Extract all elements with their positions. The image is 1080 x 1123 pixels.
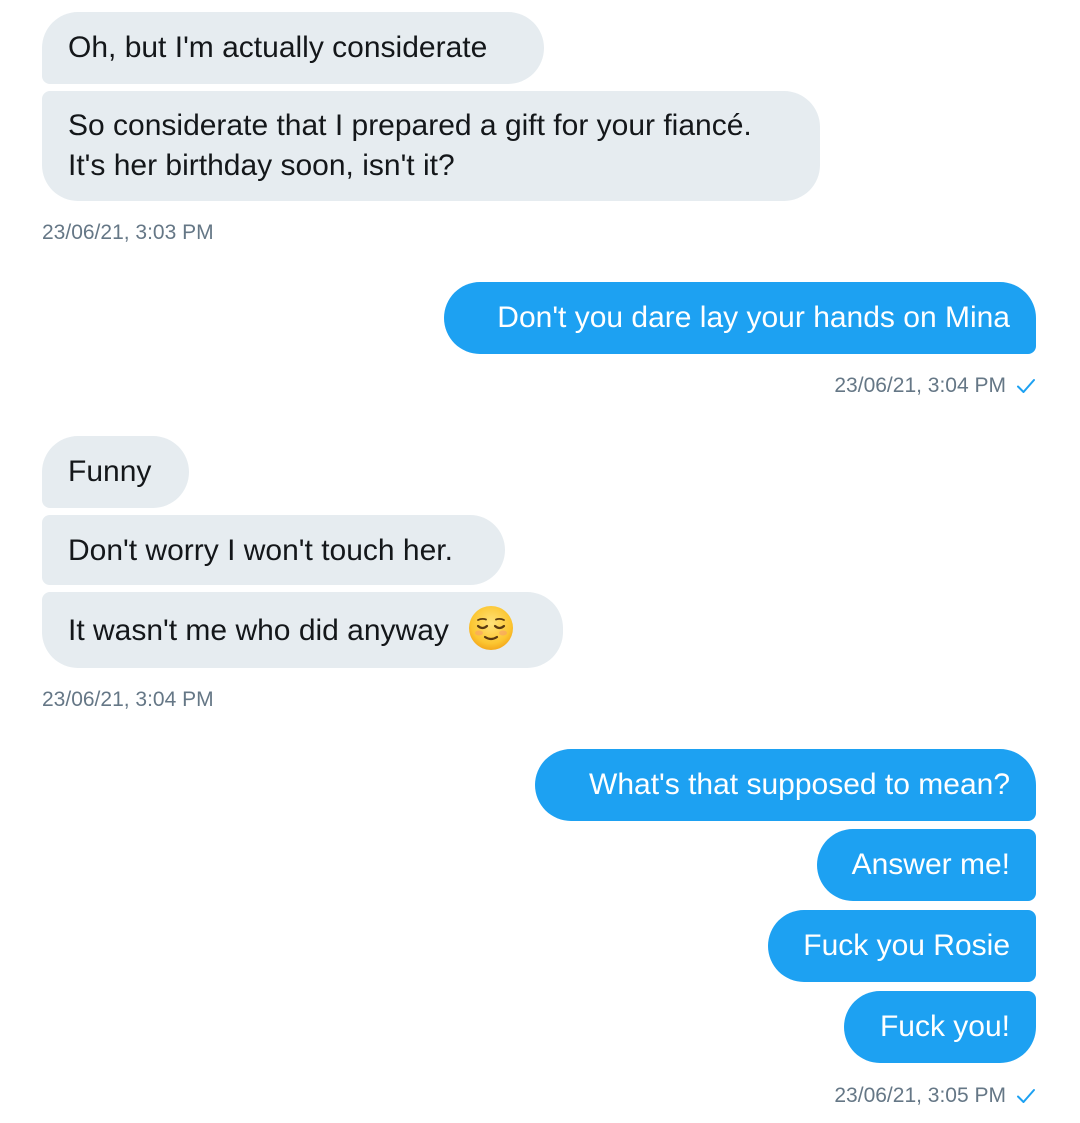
message-text: So considerate that I prepared a gift fo… — [68, 109, 752, 142]
outgoing-message[interactable]: What's that supposed to mean? — [535, 749, 1036, 821]
outgoing-message[interactable]: Don't you dare lay your hands on Mina — [444, 282, 1036, 354]
incoming-message[interactable]: So considerate that I prepared a gift fo… — [42, 91, 820, 201]
incoming-message[interactable]: It wasn't me who did anyway — [42, 592, 563, 668]
message-timestamp: 23/06/21, 3:05 PM — [834, 1084, 1006, 1107]
message-timestamp-row: 23/06/21, 3:05 PM — [834, 1082, 1036, 1110]
check-icon — [1017, 379, 1035, 393]
message-text: It's her birthday soon, isn't it? — [68, 149, 455, 182]
outgoing-message[interactable]: Fuck you! — [844, 991, 1036, 1063]
message-text: Oh, but I'm actually considerate — [68, 31, 488, 64]
check-icon — [1017, 1089, 1035, 1103]
outgoing-message[interactable]: Fuck you Rosie — [768, 910, 1036, 982]
message-text: What's that supposed to mean? — [589, 768, 1010, 801]
relieved-face-icon — [469, 606, 514, 650]
message-text: Don't worry I won't touch her. — [68, 534, 453, 567]
message-text: Answer me! — [851, 848, 1010, 881]
message-timestamp: 23/06/21, 3:04 PM — [42, 688, 214, 711]
message-text: Don't you dare lay your hands on Mina — [497, 301, 1010, 334]
incoming-message[interactable]: Don't worry I won't touch her. — [42, 515, 505, 585]
outgoing-message[interactable]: Answer me! — [817, 829, 1036, 901]
message-text: Fuck you Rosie — [803, 929, 1010, 962]
message-text: Fuck you! — [879, 1010, 1010, 1043]
message-timestamp-row: 23/06/21, 3:04 PM — [834, 372, 1036, 400]
message-text: Funny — [68, 455, 152, 488]
incoming-message[interactable]: Oh, but I'm actually considerate — [42, 12, 544, 84]
message-timestamp: 23/06/21, 3:03 PM — [42, 221, 214, 244]
incoming-message[interactable]: Funny — [42, 436, 189, 508]
message-timestamp: 23/06/21, 3:04 PM — [834, 374, 1006, 397]
message-text: It wasn't me who did anyway — [68, 613, 449, 647]
